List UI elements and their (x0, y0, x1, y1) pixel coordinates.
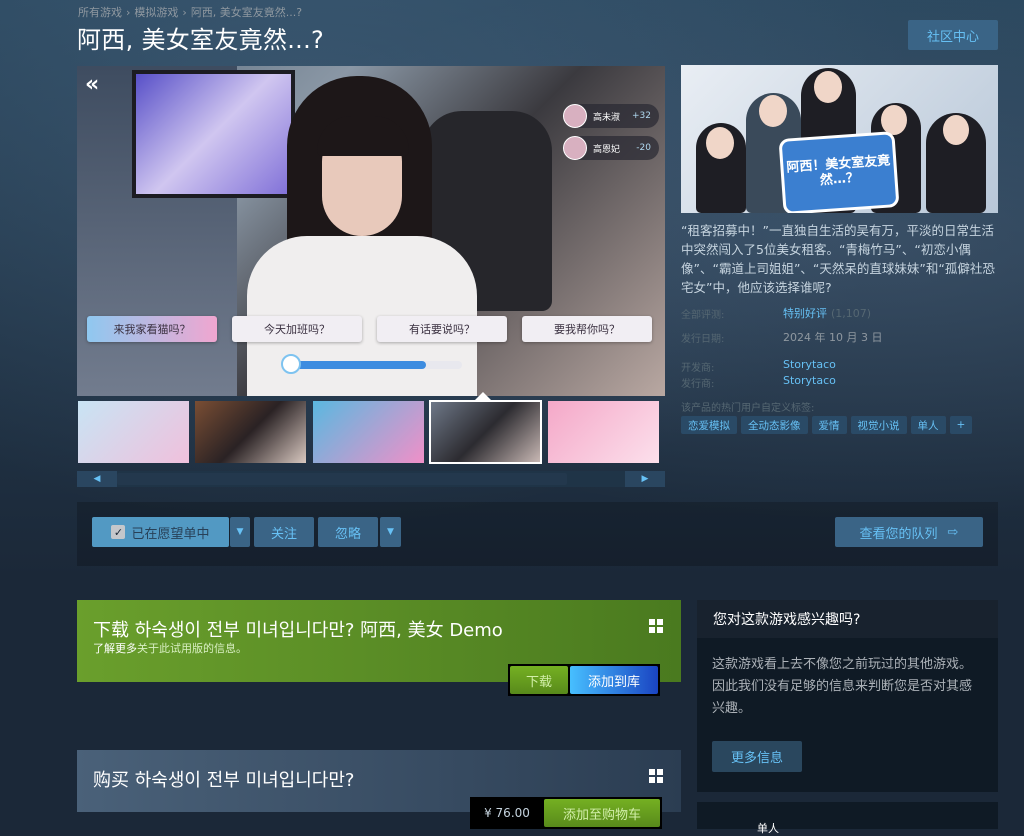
scene-monitor (132, 70, 295, 198)
scrollbar-handle[interactable] (117, 473, 567, 485)
media-thumbnail[interactable] (77, 400, 190, 464)
avatar (563, 104, 587, 128)
capsule-character-face (706, 127, 734, 159)
interest-body: 这款游戏看上去不像您之前玩过的其他游戏。因此我们没有足够的信息来判断您是否对其感… (712, 657, 973, 716)
publisher-label: 发行商: (681, 379, 715, 390)
capsule-character-face (814, 71, 842, 103)
developer-label: 开发商: (681, 363, 715, 374)
affection-name: 高未淑 (593, 112, 621, 123)
tag[interactable]: 恋爱模拟 (681, 416, 737, 434)
affection-value: -20 (636, 143, 651, 153)
reviews-summary[interactable]: 特别好评 (1,107) (783, 305, 871, 321)
thumbnail-scrollbar[interactable]: ◀ ▶ (77, 471, 665, 487)
interest-panel: 您对这款游戏感兴趣吗? 这款游戏看上去不像您之前玩过的其他游戏。因此我们没有足够… (697, 600, 998, 792)
demo-subtitle: 了解更多关于此试用版的信息。 (93, 640, 247, 656)
more-info-button[interactable]: 更多信息 (712, 741, 802, 772)
wishlist-label: 已在愿望单中 (131, 526, 210, 542)
breadcrumb: 所有游戏 › 模拟游戏 › 阿西, 美女室友竟然...? (78, 4, 302, 20)
tag-more-button[interactable]: + (949, 416, 973, 434)
breadcrumb-all-games[interactable]: 所有游戏 (78, 6, 122, 19)
demo-learn-more-link[interactable]: 了解更多 (93, 642, 137, 655)
main-media-player[interactable]: « 高未淑 +32 高恩妃 -20 来我家看猫吗？ 今天加班吗？ 有话要说吗？ 要我… (77, 66, 665, 396)
capsule-character-face (943, 115, 969, 145)
community-hub-button[interactable]: 社区中心 (908, 20, 998, 50)
game-description: “租客招募中！”一直独自生活的吴有万，平淡的日常生活中突然闯入了5位美女租客。“… (681, 223, 995, 295)
capsule-character-face (759, 95, 787, 127)
choice-option: 有话要说吗？ (377, 316, 507, 342)
breadcrumb-separator: › (126, 6, 131, 19)
affection-value: +32 (632, 111, 651, 121)
release-date-value: 2024 年 10 月 3 日 (783, 331, 883, 344)
game-logo: 阿西！美女室友竟然…？ (778, 131, 900, 213)
windows-icon (649, 619, 663, 633)
view-queue-label: 查看您的队列 (859, 526, 938, 542)
reviews-value[interactable]: 特别好评 (783, 307, 827, 320)
capsule-character-face (881, 105, 907, 135)
tag[interactable]: 爱情 (811, 416, 847, 434)
media-thumbnail-strip (77, 400, 665, 466)
affection-badge: 高恩妃 -20 (563, 136, 659, 160)
features-panel: 单人 (697, 802, 998, 835)
reviews-count: (1,107) (831, 307, 872, 320)
interest-title: 您对这款游戏感兴趣吗? (697, 600, 998, 638)
wishlist-button[interactable]: ✓ 已在愿望单中 (92, 517, 229, 547)
tag-list: 恋爱模拟 全动态影像 爱情 视觉小说 单人 + (681, 416, 973, 434)
demo-title: 下载 하숙생이 전부 미녀입니다만? 阿西, 美女 Demo (93, 620, 503, 641)
breadcrumb-separator: › (182, 6, 187, 19)
tag[interactable]: 视觉小说 (850, 416, 907, 434)
demo-button-group: 下载 添加到库 (508, 664, 660, 696)
media-thumbnail-selected[interactable] (429, 400, 542, 464)
demo-download-button[interactable]: 下载 (510, 666, 568, 694)
choice-timer-fill (282, 361, 426, 369)
tags-title: 该产品的热门用户自定义标签: (681, 403, 815, 414)
tag[interactable]: 全动态影像 (741, 416, 808, 434)
arrow-right-icon: ⇨ (947, 524, 959, 540)
tag[interactable]: 单人 (910, 416, 946, 434)
breadcrumb-current[interactable]: 阿西, 美女室友竟然...? (191, 6, 302, 19)
avatar (563, 136, 587, 160)
developer-link[interactable]: Storytaco (783, 358, 836, 371)
demo-subtitle-text: 关于此试用版的信息。 (137, 642, 247, 655)
choice-option: 今天加班吗？ (232, 316, 362, 342)
checkmark-icon: ✓ (111, 525, 126, 539)
choice-timer-bar (282, 361, 462, 369)
ignore-button[interactable]: 忽略 (318, 517, 378, 547)
add-to-cart-button[interactable]: 添加至购物车 (544, 799, 660, 827)
breadcrumb-simulation[interactable]: 模拟游戏 (134, 6, 178, 19)
ignore-dropdown-icon[interactable]: ▼ (380, 517, 401, 547)
windows-icon (649, 769, 663, 783)
wishlist-dropdown-icon[interactable]: ▼ (230, 517, 250, 547)
purchase-title: 购买 하숙생이 전부 미녀입니다만? (93, 770, 355, 791)
purchase-button-group: ¥ 76.00 添加至购物车 (470, 797, 662, 829)
follow-button[interactable]: 关注 (254, 517, 314, 547)
affection-name: 高恩妃 (593, 144, 621, 155)
selected-thumbnail-pointer (475, 392, 491, 400)
affection-badge: 高未淑 +32 (563, 104, 659, 128)
scroll-left-icon[interactable]: ◀ (77, 471, 117, 487)
reviews-label: 全部评测: (681, 310, 725, 321)
media-thumbnail[interactable] (194, 400, 307, 464)
feature-single-player: 单人 (757, 822, 779, 835)
header-capsule-image: 阿西！美女室友竟然…？ (681, 65, 998, 213)
view-queue-button[interactable]: 查看您的队列 ⇨ (835, 517, 983, 547)
media-thumbnail[interactable] (547, 400, 660, 464)
choice-option: 要我帮你吗？ (522, 316, 652, 342)
page-title: 阿西, 美女室友竟然...? (77, 26, 325, 54)
publisher-link[interactable]: Storytaco (783, 374, 836, 387)
add-to-library-button[interactable]: 添加到库 (570, 666, 658, 694)
release-date-label: 发行日期: (681, 334, 725, 345)
media-thumbnail[interactable] (312, 400, 425, 464)
scroll-right-icon[interactable]: ▶ (625, 471, 665, 487)
price-label: ¥ 76.00 (472, 799, 542, 827)
double-chevron-left-icon[interactable]: « (85, 72, 99, 97)
choice-option: 来我家看猫吗？ (87, 316, 217, 342)
timer-icon (281, 354, 301, 374)
